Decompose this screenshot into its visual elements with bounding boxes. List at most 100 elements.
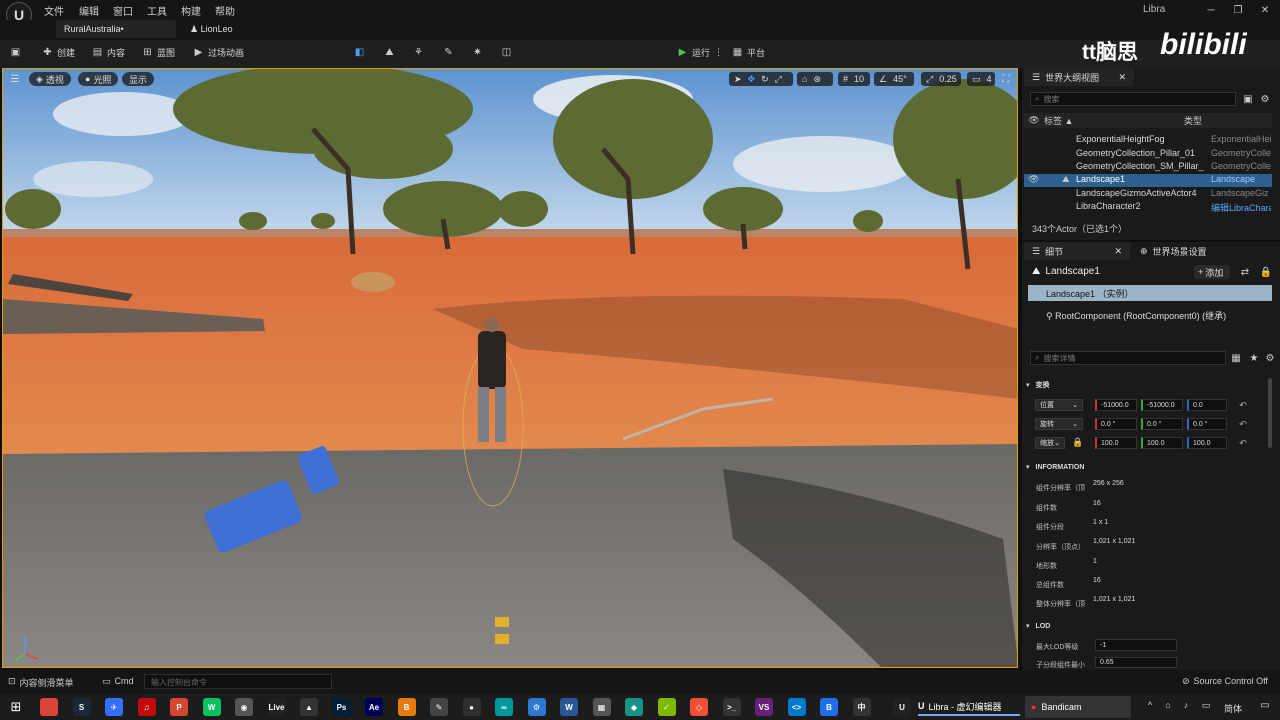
cinematics-button[interactable]: ▶ 过场动画 xyxy=(193,46,244,59)
location-x[interactable]: -51000.0 xyxy=(1095,399,1137,411)
location-dropdown[interactable]: 位置 ⌄ xyxy=(1035,399,1083,411)
settings-gear-icon[interactable]: ⚙ xyxy=(1259,93,1271,105)
tab-world-outliner[interactable]: ☰ 世界大纲视图 ✕ xyxy=(1024,68,1134,86)
scale-dropdown[interactable]: 缩放 ⌄ xyxy=(1035,437,1065,449)
root-component-row[interactable]: ⚲ RootComponent (RootComponent0) (继承) xyxy=(1046,309,1226,322)
obs-icon[interactable]: ● xyxy=(462,698,481,716)
notification-icon[interactable]: ▭ xyxy=(1259,700,1271,711)
network-icon[interactable]: ⌂ xyxy=(1162,700,1174,710)
subsection-input[interactable]: 0.65 xyxy=(1095,657,1177,668)
type-column[interactable]: 类型 xyxy=(1184,114,1202,127)
scale-icon[interactable]: ⤢ xyxy=(775,74,782,85)
instance-row[interactable]: Landscape1 （实例） xyxy=(1028,285,1272,301)
note-icon[interactable]: ✓ xyxy=(657,698,676,716)
outliner-row[interactable]: LibraCharacter2 编辑LibraChara xyxy=(1024,201,1272,214)
blueprint-button[interactable]: ⊞ 蓝图 xyxy=(142,46,175,59)
label-column[interactable]: 标签 ▲ xyxy=(1044,114,1184,127)
rotation-x[interactable]: 0.0 ° xyxy=(1095,418,1137,430)
console-input[interactable]: 输入控制台命令 xyxy=(144,674,332,689)
ps-icon[interactable]: Ps xyxy=(332,698,351,716)
tab-ruralaustralia[interactable]: RuralAustralia• xyxy=(56,20,176,38)
inkscape-icon[interactable]: ✎ xyxy=(430,698,448,716)
rotation-dropdown[interactable]: 旋转 ⌄ xyxy=(1035,418,1083,430)
close-icon[interactable]: ✕ xyxy=(1254,2,1276,18)
hamburger-menu-icon[interactable]: ☰ xyxy=(8,73,22,86)
taskbar-bandicam-window[interactable]: ● Bandicam xyxy=(1025,696,1131,718)
lock-icon[interactable]: 🔒 xyxy=(1072,437,1084,448)
word-icon[interactable]: W xyxy=(560,698,578,716)
favorite-star-icon[interactable]: ★ xyxy=(1248,352,1260,364)
network-icon[interactable]: ⚙ xyxy=(527,698,546,716)
outliner-row[interactable]: LandscapeGizmoActiveActor4 LandscapeGiz xyxy=(1024,188,1272,201)
maximize-icon[interactable]: ❐ xyxy=(1227,2,1249,18)
rotation-y[interactable]: 0.0 ° xyxy=(1141,418,1183,430)
vscode-icon[interactable]: <> xyxy=(787,698,806,716)
blender-icon[interactable]: B xyxy=(397,698,416,716)
reset-icon[interactable]: ↶ xyxy=(1237,438,1249,449)
settings-gear-icon[interactable]: ⚙ xyxy=(1264,352,1276,364)
ime-icon[interactable]: 中 xyxy=(852,698,871,716)
tab-lionleo[interactable]: ♟ LionLeo xyxy=(182,20,262,38)
table-view-icon[interactable]: ▦ xyxy=(1230,352,1242,364)
max-lod-input[interactable]: -1 xyxy=(1095,639,1177,651)
visibility-eye-icon[interactable]: 👁 xyxy=(1024,115,1044,126)
git-icon[interactable]: ◇ xyxy=(690,698,708,716)
cmd-button[interactable]: ▭ Cmd xyxy=(102,676,134,687)
add-component-button[interactable]: + 添加 xyxy=(1194,265,1230,279)
grid-snap-button[interactable]: #10 xyxy=(838,72,870,86)
modeling-mode-icon[interactable]: ◫ xyxy=(501,47,512,58)
menu-tools[interactable]: 工具 xyxy=(147,3,167,18)
feishu-icon[interactable]: ✈ xyxy=(105,698,123,716)
lit-button[interactable]: ● 光照 xyxy=(78,72,119,86)
foliage-mode-icon[interactable]: ⚘ xyxy=(413,47,424,58)
surface-snap-icon[interactable]: ⊛ xyxy=(813,74,821,85)
battery-icon[interactable]: ▭ xyxy=(1200,700,1212,711)
ue-icon[interactable]: U xyxy=(893,698,911,716)
outliner-search-input[interactable]: ⌕ 搜索 xyxy=(1030,92,1236,106)
perspective-button[interactable]: ◈ 透视 xyxy=(29,72,71,86)
ime-indicator[interactable]: 简体 xyxy=(1224,702,1242,715)
location-z[interactable]: 0.0 xyxy=(1187,399,1227,411)
fracture-mode-icon[interactable]: ✷ xyxy=(472,47,483,58)
scale-y[interactable]: 100.0 xyxy=(1141,437,1183,449)
unity-icon[interactable]: ▲ xyxy=(300,698,318,716)
content-drawer-button[interactable]: ⊡ 内容侧滑菜单 xyxy=(8,676,74,689)
menu-edit[interactable]: 编辑 xyxy=(79,3,99,18)
maximize-viewport-icon[interactable]: ⛶ xyxy=(999,73,1013,86)
tab-world-settings[interactable]: ⊕ 世界场景设置 xyxy=(1132,242,1242,260)
menu-window[interactable]: 窗口 xyxy=(113,3,133,18)
add-folder-icon[interactable]: ▣ xyxy=(1242,93,1254,105)
menu-build[interactable]: 构建 xyxy=(181,3,201,18)
select-arrow-icon[interactable]: ➤ xyxy=(734,74,742,85)
details-scrollbar[interactable] xyxy=(1268,378,1272,448)
wps-icon[interactable]: P xyxy=(170,698,188,716)
platform-button[interactable]: ▦ 平台 xyxy=(732,46,765,59)
scale-x[interactable]: 100.0 xyxy=(1095,437,1137,449)
landscape-mode-icon[interactable]: ⛰ xyxy=(384,47,395,58)
location-y[interactable]: -51000.0 xyxy=(1141,399,1183,411)
vs-icon[interactable]: VS xyxy=(755,698,773,716)
gitkraken-icon[interactable]: ◆ xyxy=(625,698,643,716)
paint-mode-icon[interactable]: ✎ xyxy=(443,47,454,58)
lock-icon[interactable]: 🔒 xyxy=(1260,266,1272,278)
details-search-input[interactable]: ⌕ 搜索详情 xyxy=(1030,351,1226,365)
close-tab-icon[interactable]: ✕ xyxy=(1118,72,1126,83)
camera-icon[interactable]: ◉ xyxy=(235,698,253,716)
tab-details[interactable]: ☰ 细节 ✕ xyxy=(1024,242,1130,260)
lod-section[interactable]: ▾ LOD xyxy=(1026,619,1272,633)
minimize-icon[interactable]: ─ xyxy=(1200,2,1222,18)
steam-icon[interactable]: S xyxy=(72,698,91,716)
terminal-icon[interactable]: >_ xyxy=(722,698,741,716)
menu-file[interactable]: 文件 xyxy=(44,3,64,18)
close-tab-icon[interactable]: ✕ xyxy=(1114,246,1122,257)
netease-icon[interactable]: ♫ xyxy=(137,698,156,716)
visibility-eye-icon[interactable]: 👁 xyxy=(1024,174,1062,187)
taskbar-unreal-window[interactable]: U Libra - 虚幻编辑器 xyxy=(918,698,1020,716)
camera-speed-button[interactable]: ▭ 4 xyxy=(967,72,995,86)
outliner-row[interactable]: ExponentialHeightFog ExponentialHei xyxy=(1024,134,1272,147)
move-icon[interactable]: ✥ xyxy=(748,74,756,85)
outliner-row-selected[interactable]: 👁 ⛰ Landscape1 Landscape xyxy=(1024,174,1272,187)
wechat-icon[interactable]: W xyxy=(202,698,221,716)
chrome-icon[interactable] xyxy=(40,698,58,716)
arduino-icon[interactable]: ∞ xyxy=(495,698,513,716)
